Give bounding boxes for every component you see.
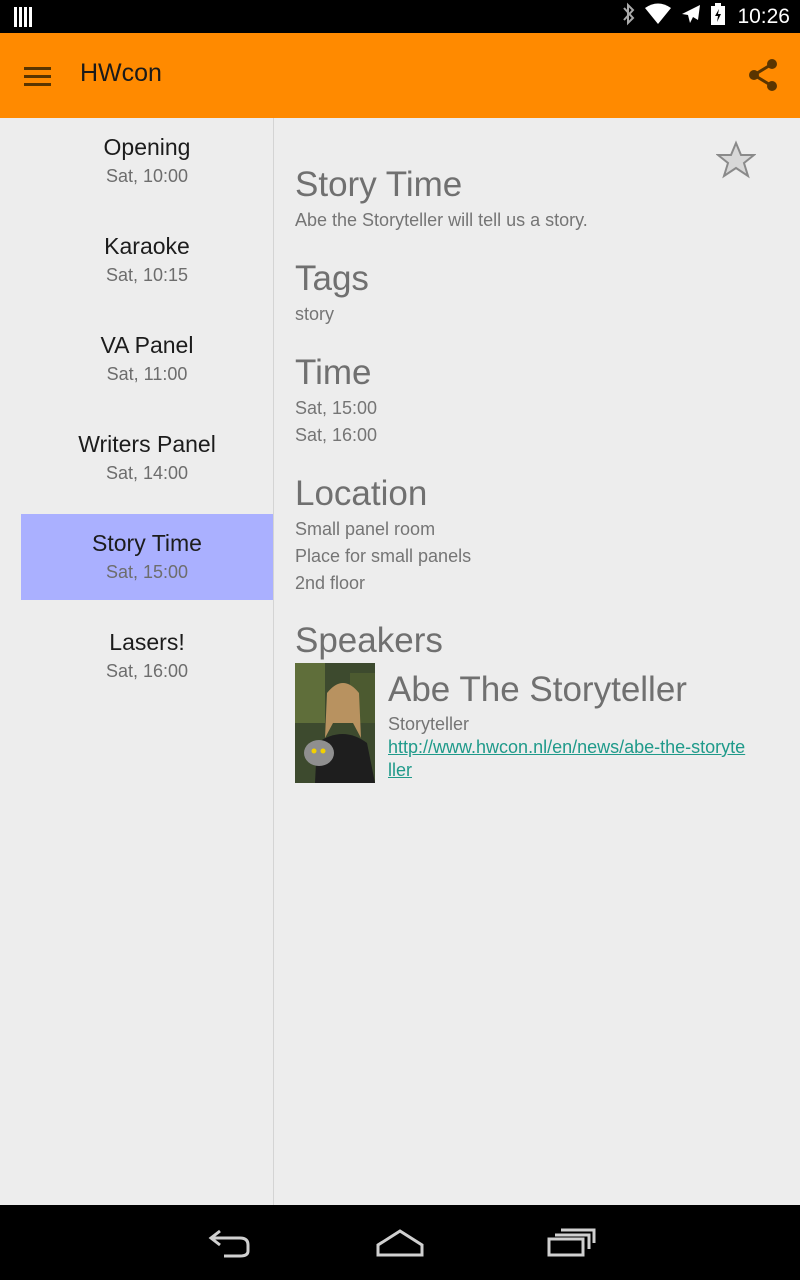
event-list: Opening Sat, 10:00 Karaoke Sat, 10:15 VA… xyxy=(0,118,274,1205)
star-icon[interactable] xyxy=(715,140,757,180)
tags-heading: Tags xyxy=(295,259,369,298)
location-name: Small panel room xyxy=(295,519,436,539)
event-name: Writers Panel xyxy=(78,431,216,457)
recents-icon[interactable] xyxy=(541,1223,601,1263)
app-title: HWcon xyxy=(80,59,162,87)
event-description: Abe the Storyteller will tell us a story… xyxy=(295,210,588,230)
event-name: Karaoke xyxy=(104,233,190,259)
tags-value: story xyxy=(295,304,335,324)
event-name: Lasers! xyxy=(109,629,185,655)
event-name: Opening xyxy=(103,134,191,160)
speaker-role: Storyteller xyxy=(388,714,470,734)
time-heading: Time xyxy=(295,353,372,392)
event-detail: Story Time Abe the Storyteller will tell… xyxy=(274,118,800,1205)
event-item-va-panel[interactable]: VA Panel Sat, 11:00 xyxy=(21,316,273,402)
event-time: Sat, 15:00 xyxy=(105,562,189,582)
event-time: Sat, 10:15 xyxy=(105,265,189,285)
clock: 10:26 xyxy=(737,4,790,28)
battery-icon xyxy=(711,3,726,30)
menu-icon[interactable] xyxy=(18,59,58,93)
event-name: Story Time xyxy=(92,530,202,556)
status-bar: 10:26 xyxy=(0,0,800,33)
speaker-name: Abe The Storyteller xyxy=(388,670,687,709)
notification-icon xyxy=(14,7,32,32)
share-icon[interactable] xyxy=(744,55,784,95)
location-floor: 2nd floor xyxy=(295,573,366,593)
wifi-icon xyxy=(645,3,672,30)
event-time: Sat, 10:00 xyxy=(105,166,189,186)
time-start: Sat, 15:00 xyxy=(295,398,378,418)
event-time: Sat, 11:00 xyxy=(106,364,188,384)
speaker-photo[interactable] xyxy=(295,663,375,783)
event-name: VA Panel xyxy=(100,332,194,358)
airplane-icon xyxy=(679,2,703,31)
location-description: Place for small panels xyxy=(295,546,472,566)
back-icon[interactable] xyxy=(200,1223,260,1263)
speakers-heading: Speakers xyxy=(295,621,443,660)
speaker-link[interactable]: http://www.hwcon.nl/en/news/abe-the-stor… xyxy=(388,736,748,782)
home-icon[interactable] xyxy=(370,1223,430,1263)
event-time: Sat, 16:00 xyxy=(105,661,189,681)
event-item-story-time[interactable]: Story Time Sat, 15:00 xyxy=(21,514,273,600)
bluetooth-icon xyxy=(621,2,637,31)
navigation-bar xyxy=(0,1205,800,1280)
location-heading: Location xyxy=(295,474,428,513)
app-bar: HWcon xyxy=(0,33,800,118)
event-item-opening[interactable]: Opening Sat, 10:00 xyxy=(21,118,273,204)
event-title: Story Time xyxy=(295,165,463,204)
event-time: Sat, 14:00 xyxy=(105,463,189,483)
event-item-lasers[interactable]: Lasers! Sat, 16:00 xyxy=(21,613,273,699)
event-item-karaoke[interactable]: Karaoke Sat, 10:15 xyxy=(21,217,273,303)
event-item-writers-panel[interactable]: Writers Panel Sat, 14:00 xyxy=(21,415,273,501)
time-end: Sat, 16:00 xyxy=(295,425,378,445)
